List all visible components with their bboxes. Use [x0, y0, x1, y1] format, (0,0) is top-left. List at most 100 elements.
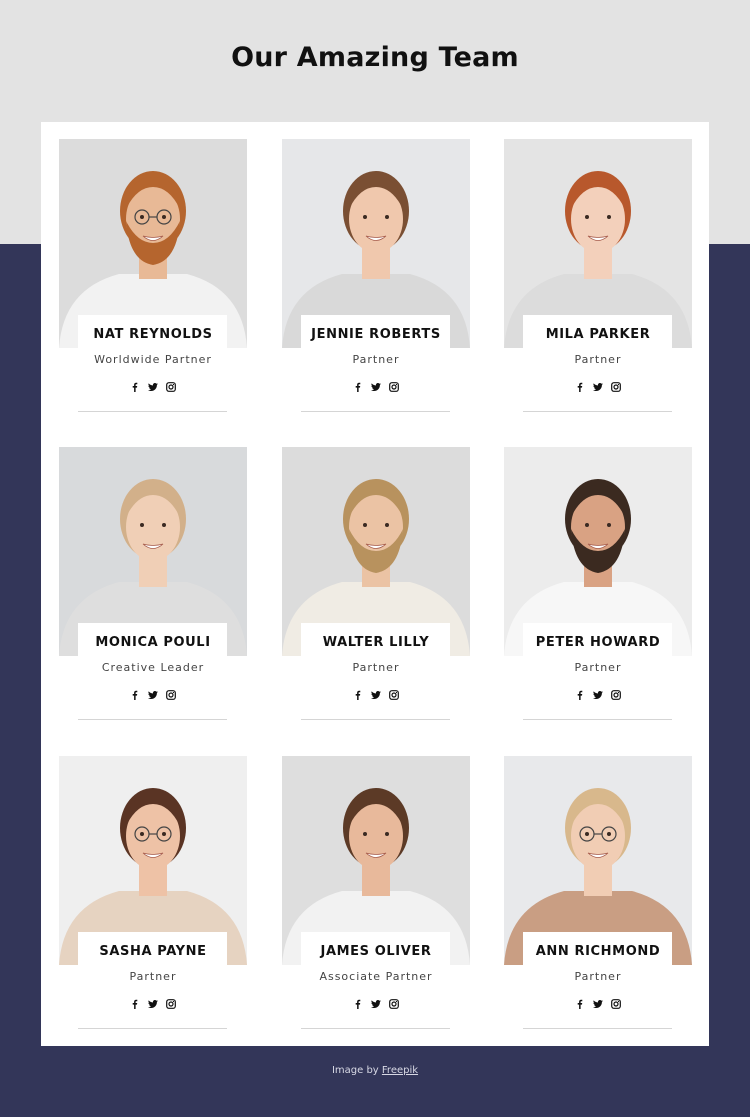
member-name: MILA PARKER — [545, 327, 651, 342]
member-name: PETER HOWARD — [535, 635, 661, 650]
twitter-icon — [148, 999, 158, 1009]
member-role: Partner — [129, 970, 177, 983]
twitter-link[interactable] — [593, 999, 603, 1009]
facebook-link[interactable] — [130, 690, 140, 700]
social-links — [504, 382, 692, 392]
card-divider — [78, 1028, 227, 1029]
card-divider — [78, 719, 227, 720]
instagram-icon — [166, 382, 176, 392]
credit-prefix: Image by — [331, 1065, 382, 1076]
social-links — [282, 382, 470, 392]
instagram-link[interactable] — [166, 382, 176, 392]
twitter-icon — [148, 690, 158, 700]
image-credit: Image by Freepik — [0, 1065, 750, 1076]
member-role: Partner — [574, 353, 622, 366]
facebook-link[interactable] — [353, 382, 363, 392]
member-role: Associate Partner — [319, 970, 433, 983]
instagram-icon — [166, 999, 176, 1009]
twitter-icon — [148, 382, 158, 392]
facebook-icon — [130, 382, 140, 392]
social-links — [504, 999, 692, 1009]
twitter-link[interactable] — [371, 999, 381, 1009]
team-member-card: WALTER LILLY Partner — [282, 447, 470, 737]
twitter-icon — [371, 690, 381, 700]
facebook-link[interactable] — [575, 382, 585, 392]
twitter-link[interactable] — [148, 999, 158, 1009]
twitter-icon — [593, 690, 603, 700]
twitter-link[interactable] — [148, 690, 158, 700]
instagram-link[interactable] — [166, 690, 176, 700]
facebook-link[interactable] — [353, 999, 363, 1009]
twitter-icon — [371, 382, 381, 392]
twitter-icon — [371, 999, 381, 1009]
team-panel: NAT REYNOLDS Worldwide Partner JENNIE RO… — [41, 122, 709, 1046]
member-name: SASHA PAYNE — [99, 944, 207, 959]
member-role: Creative Leader — [101, 661, 205, 674]
instagram-link[interactable] — [389, 382, 399, 392]
facebook-link[interactable] — [130, 999, 140, 1009]
facebook-icon — [353, 999, 363, 1009]
social-links — [59, 999, 247, 1009]
team-member-card: JAMES OLIVER Associate Partner — [282, 756, 470, 1046]
member-role: Worldwide Partner — [94, 353, 212, 366]
twitter-link[interactable] — [371, 382, 381, 392]
instagram-link[interactable] — [611, 999, 621, 1009]
facebook-link[interactable] — [130, 382, 140, 392]
facebook-link[interactable] — [353, 690, 363, 700]
instagram-link[interactable] — [611, 382, 621, 392]
facebook-icon — [575, 382, 585, 392]
instagram-link[interactable] — [389, 999, 399, 1009]
card-divider — [301, 719, 450, 720]
facebook-icon — [575, 690, 585, 700]
facebook-icon — [353, 382, 363, 392]
team-member-card: MILA PARKER Partner — [504, 139, 692, 429]
social-links — [59, 382, 247, 392]
card-divider — [523, 1028, 672, 1029]
page-title: Our Amazing Team — [231, 42, 519, 73]
twitter-link[interactable] — [593, 690, 603, 700]
instagram-link[interactable] — [389, 690, 399, 700]
twitter-link[interactable] — [371, 690, 381, 700]
card-divider — [301, 1028, 450, 1029]
instagram-icon — [389, 690, 399, 700]
member-name: NAT REYNOLDS — [93, 327, 213, 342]
social-links — [282, 999, 470, 1009]
member-name: JENNIE ROBERTS — [311, 327, 441, 342]
twitter-link[interactable] — [148, 382, 158, 392]
facebook-icon — [575, 999, 585, 1009]
instagram-icon — [611, 382, 621, 392]
member-role: Partner — [352, 353, 400, 366]
facebook-link[interactable] — [575, 999, 585, 1009]
team-member-card: MONICA POULI Creative Leader — [59, 447, 247, 737]
twitter-icon — [593, 999, 603, 1009]
card-divider — [78, 411, 227, 412]
member-role: Partner — [574, 661, 622, 674]
instagram-icon — [611, 690, 621, 700]
twitter-icon — [593, 382, 603, 392]
card-divider — [523, 411, 672, 412]
member-role: Partner — [352, 661, 400, 674]
facebook-icon — [130, 690, 140, 700]
team-member-card: NAT REYNOLDS Worldwide Partner — [59, 139, 247, 429]
instagram-icon — [389, 999, 399, 1009]
team-member-card: SASHA PAYNE Partner — [59, 756, 247, 1046]
member-role: Partner — [574, 970, 622, 983]
instagram-link[interactable] — [166, 999, 176, 1009]
instagram-icon — [389, 382, 399, 392]
instagram-link[interactable] — [611, 690, 621, 700]
social-links — [504, 690, 692, 700]
team-member-card: ANN RICHMOND Partner — [504, 756, 692, 1046]
member-name: JAMES OLIVER — [320, 944, 432, 959]
freepik-link[interactable]: Freepik — [382, 1065, 418, 1076]
twitter-link[interactable] — [593, 382, 603, 392]
team-member-card: JENNIE ROBERTS Partner — [282, 139, 470, 429]
facebook-link[interactable] — [575, 690, 585, 700]
social-links — [282, 690, 470, 700]
card-divider — [301, 411, 450, 412]
facebook-icon — [353, 690, 363, 700]
member-name: ANN RICHMOND — [535, 944, 661, 959]
member-name: WALTER LILLY — [322, 635, 430, 650]
facebook-icon — [130, 999, 140, 1009]
instagram-icon — [611, 999, 621, 1009]
team-member-card: PETER HOWARD Partner — [504, 447, 692, 737]
